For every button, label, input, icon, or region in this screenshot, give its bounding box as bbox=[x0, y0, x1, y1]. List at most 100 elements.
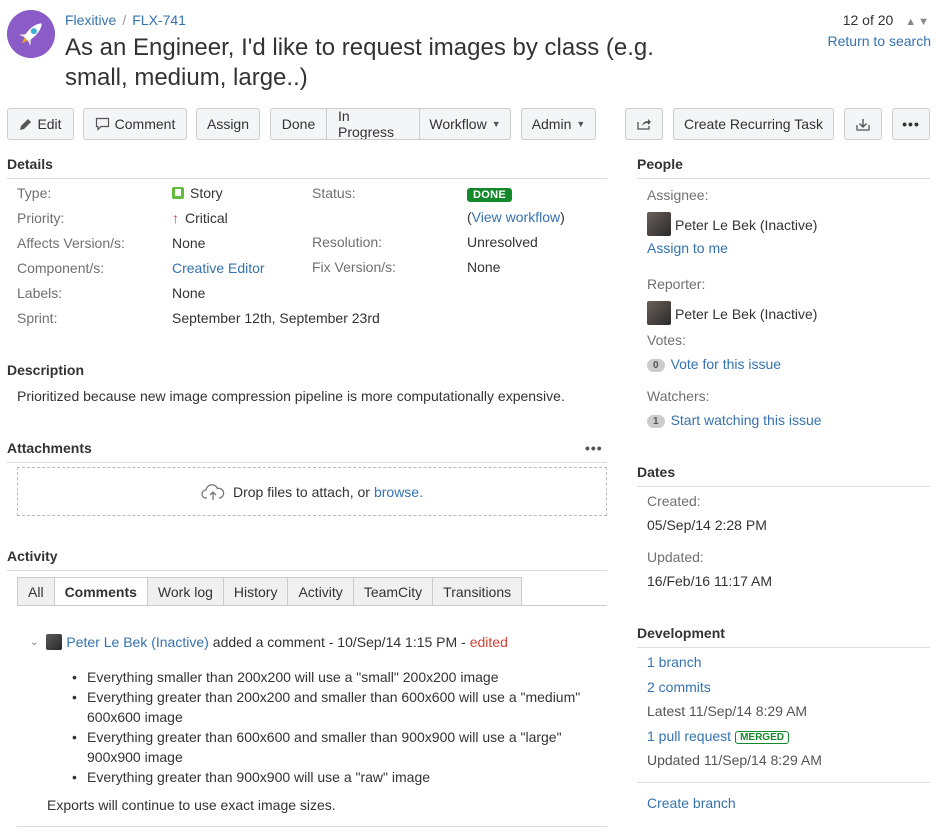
pager-count: 12 of 20 bbox=[842, 12, 894, 28]
reporter-value[interactable]: Peter Le Bek (Inactive) bbox=[647, 301, 817, 325]
create-recurring-task-label: Create Recurring Task bbox=[683, 116, 824, 132]
previous-arrow-icon[interactable]: ▲ bbox=[905, 16, 918, 28]
chevron-down-icon: ▼ bbox=[576, 119, 586, 129]
create-recurring-task-button[interactable]: Create Recurring Task bbox=[673, 108, 834, 140]
resolution-label: Resolution: bbox=[312, 234, 383, 250]
done-button[interactable]: Done bbox=[271, 109, 327, 139]
pull-request-link[interactable]: 1 pull request bbox=[647, 728, 731, 744]
edit-label: Edit bbox=[37, 116, 62, 132]
labels-value: None bbox=[172, 285, 206, 301]
avatar bbox=[46, 634, 63, 650]
in-progress-label: In Progress bbox=[338, 108, 395, 140]
pull-request-row: 1 pull request MERGED bbox=[647, 728, 789, 744]
workflow-dropdown[interactable]: Workflow ▼ bbox=[420, 109, 510, 139]
description-heading: Description bbox=[7, 362, 85, 378]
edited-label[interactable]: edited bbox=[470, 634, 508, 650]
in-progress-button[interactable]: In Progress bbox=[327, 109, 420, 139]
list-item: Everything greater than 900x900 will use… bbox=[72, 767, 597, 787]
description-text[interactable]: Prioritized because new image compressio… bbox=[17, 388, 607, 404]
list-item: Everything greater than 200x200 and smal… bbox=[72, 687, 597, 727]
watchers-row: 1 Start watching this issue bbox=[647, 412, 822, 428]
create-branch-link[interactable]: Create branch bbox=[647, 795, 736, 811]
comment-icon bbox=[95, 117, 109, 131]
assignee-value[interactable]: Peter Le Bek (Inactive) bbox=[647, 212, 817, 236]
admin-label: Admin bbox=[531, 116, 572, 132]
comment-button[interactable]: Comment bbox=[83, 108, 187, 140]
list-item: Everything greater than 600x600 and smal… bbox=[72, 727, 597, 767]
comment-author-link[interactable]: Peter Le Bek (Inactive) bbox=[66, 634, 208, 650]
updated-label: Updated: bbox=[647, 549, 704, 565]
project-avatar[interactable] bbox=[7, 10, 55, 58]
priority-value: ↑ Critical bbox=[172, 210, 228, 226]
collapse-chevron-icon[interactable]: ⌄ bbox=[30, 637, 38, 648]
done-label: Done bbox=[281, 116, 316, 132]
next-arrow-icon[interactable]: ▼ bbox=[918, 16, 931, 28]
cloud-upload-icon bbox=[201, 483, 225, 500]
votes-count-badge: 0 bbox=[647, 359, 665, 372]
priority-value-text: Critical bbox=[185, 210, 228, 226]
created-value: 05/Sep/14 2:28 PM bbox=[647, 517, 767, 533]
comment-footer-text: Exports will continue to use exact image… bbox=[47, 797, 336, 813]
type-value-text: Story bbox=[190, 185, 223, 201]
tab-comments[interactable]: Comments bbox=[53, 577, 147, 606]
comment-label: Comment bbox=[114, 116, 176, 132]
assign-to-me-link[interactable]: Assign to me bbox=[647, 240, 728, 256]
details-heading: Details bbox=[7, 156, 607, 179]
export-button[interactable] bbox=[844, 108, 882, 140]
view-workflow: (View workflow) bbox=[467, 209, 565, 225]
affects-version-value: None bbox=[172, 235, 206, 251]
labels-label: Labels: bbox=[17, 285, 63, 301]
votes-label: Votes: bbox=[647, 332, 686, 348]
comment-body-list: Everything smaller than 200x200 will use… bbox=[72, 667, 597, 787]
vote-link[interactable]: Vote for this issue bbox=[671, 356, 782, 372]
reporter-label: Reporter: bbox=[647, 276, 706, 292]
sprint-value: September 12th, September 23rd bbox=[172, 310, 380, 326]
affects-version-label: Affects Version/s: bbox=[17, 235, 125, 251]
browse-link[interactable]: browse. bbox=[374, 484, 423, 500]
return-to-search-link[interactable]: Return to search bbox=[828, 33, 932, 49]
watch-link[interactable]: Start watching this issue bbox=[671, 412, 822, 428]
commits-link[interactable]: 2 commits bbox=[647, 679, 711, 695]
view-workflow-link[interactable]: View workflow bbox=[472, 209, 560, 225]
attachment-drop-zone[interactable]: Drop files to attach, or browse. bbox=[17, 467, 607, 516]
fix-version-label: Fix Version/s: bbox=[312, 259, 397, 275]
sprint-label: Sprint: bbox=[17, 310, 58, 326]
more-actions-button[interactable]: ••• bbox=[892, 108, 930, 140]
activity-heading: Activity bbox=[7, 548, 607, 571]
issue-toolbar: Edit Comment Assign Done In Progress Wor… bbox=[0, 108, 939, 140]
updated-value: 16/Feb/16 11:17 AM bbox=[647, 573, 773, 589]
tab-history[interactable]: History bbox=[222, 577, 288, 606]
share-button[interactable] bbox=[625, 108, 663, 140]
breadcrumb-project[interactable]: Flexitive bbox=[65, 12, 116, 28]
component-label: Component/s: bbox=[17, 260, 105, 276]
comment-meta: added a comment - 10/Sep/14 1:15 PM - bbox=[212, 634, 466, 650]
tab-transitions[interactable]: Transitions bbox=[432, 577, 523, 606]
breadcrumb-separator: / bbox=[122, 12, 127, 28]
issue-title[interactable]: As an Engineer, I'd like to request imag… bbox=[65, 33, 705, 93]
edit-button[interactable]: Edit bbox=[7, 108, 74, 140]
assign-button[interactable]: Assign bbox=[196, 108, 260, 140]
attachments-more-icon[interactable]: ••• bbox=[585, 440, 603, 456]
component-link[interactable]: Creative Editor bbox=[172, 260, 265, 276]
pr-updated: Updated 11/Sep/14 8:29 AM bbox=[647, 752, 822, 768]
tab-teamcity[interactable]: TeamCity bbox=[352, 577, 433, 606]
tab-work-log[interactable]: Work log bbox=[146, 577, 223, 606]
assignee-label: Assignee: bbox=[647, 187, 709, 203]
admin-dropdown[interactable]: Admin ▼ bbox=[521, 108, 596, 140]
fix-version-value: None bbox=[467, 259, 501, 275]
branch-link[interactable]: 1 branch bbox=[647, 654, 701, 670]
breadcrumb-issue-key[interactable]: FLX-741 bbox=[132, 12, 186, 28]
share-icon bbox=[637, 119, 651, 130]
comment-divider bbox=[17, 826, 607, 827]
tab-all[interactable]: All bbox=[17, 577, 54, 606]
dates-heading: Dates bbox=[637, 464, 930, 487]
created-label: Created: bbox=[647, 493, 701, 509]
pencil-icon bbox=[20, 118, 32, 130]
tab-activity[interactable]: Activity bbox=[287, 577, 353, 606]
comment-header: ⌄ Peter Le Bek (Inactive) added a commen… bbox=[30, 634, 508, 650]
status-value: DONE bbox=[467, 185, 512, 202]
type-label: Type: bbox=[17, 185, 52, 201]
commits-latest: Latest 11/Sep/14 8:29 AM bbox=[647, 703, 808, 719]
watchers-count-badge: 1 bbox=[647, 415, 665, 428]
attachments-heading: Attachments bbox=[7, 440, 607, 463]
